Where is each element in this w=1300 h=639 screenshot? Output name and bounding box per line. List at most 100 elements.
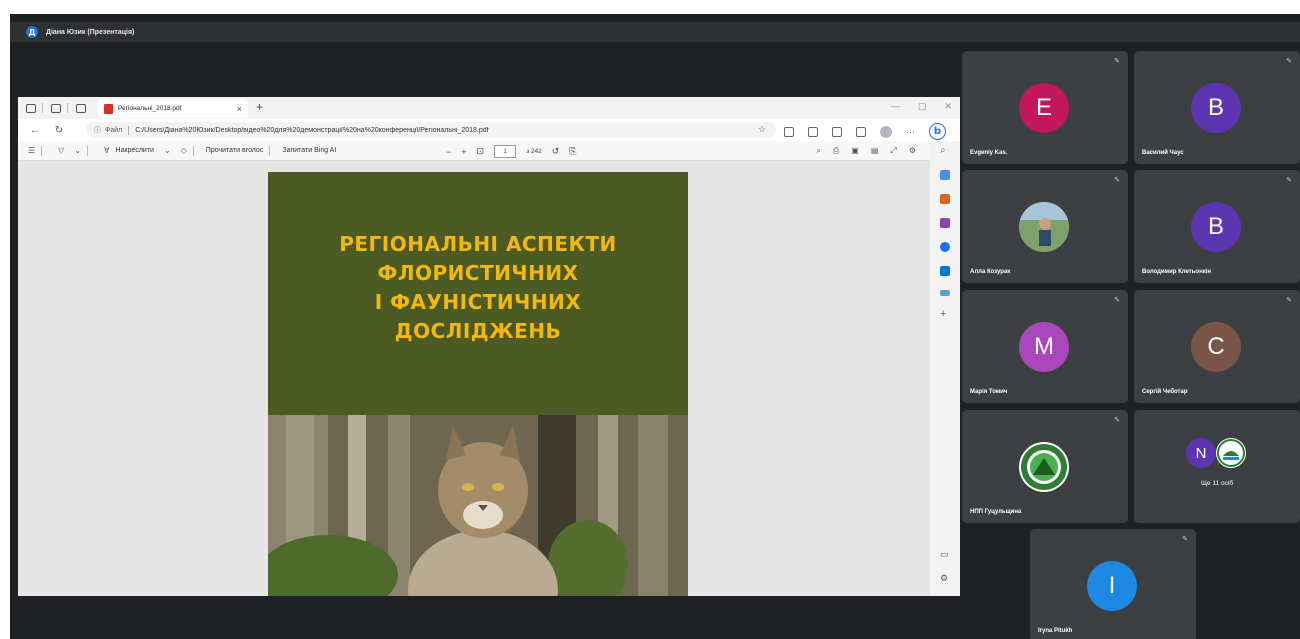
profile-photo-avatar	[1019, 202, 1069, 252]
divider	[67, 103, 68, 113]
participant-name: Алла Козурак	[970, 269, 1011, 275]
pdf-page: РЕГІОНАЛЬНІ АСПЕКТИ ФЛОРИСТИЧНИХ І ФАУНІ…	[268, 172, 688, 596]
settings-gear-icon[interactable]: ⚙	[909, 146, 916, 156]
chevron-down-icon[interactable]: ⌄	[164, 146, 171, 155]
participant-tile[interactable]: ✎ НПП Гуцульщина	[962, 410, 1128, 523]
participant-name: Володимир Клетьонкін	[1142, 269, 1211, 275]
tools-icon[interactable]	[940, 290, 950, 296]
search-icon[interactable]: ⌕	[940, 145, 946, 156]
avatar: E	[1019, 83, 1069, 133]
mic-muted-icon: ✎	[1114, 57, 1120, 65]
pdf-title-line: І ФАУНІСТИЧНИХ	[374, 290, 582, 314]
fit-page-icon[interactable]: ⊡	[477, 146, 485, 157]
shopping-icon[interactable]	[940, 194, 950, 204]
sidebar-toggle-icon[interactable]: ▭	[940, 549, 949, 560]
participant-tile[interactable]: ✎ B Василий Чаус	[1134, 51, 1300, 164]
tab-title: Регіональні_2018.pdf	[118, 105, 182, 112]
more-participants-label: Ще 11 осіб	[1200, 480, 1234, 487]
shared-browser-window: Регіональні_2018.pdf × + — ▢ ✕ ← ↻ ⓘ Фай…	[18, 97, 960, 596]
presenter-label: Діана Юзик (Презентація)	[46, 28, 135, 36]
outlook-icon[interactable]	[940, 266, 950, 276]
draw-button[interactable]: Накреслити	[116, 147, 154, 154]
organization-logo-avatar	[1216, 438, 1246, 468]
divider	[42, 103, 43, 113]
tab-bar: Регіональні_2018.pdf × + — ▢ ✕	[18, 97, 960, 119]
url-text[interactable]: C:/Users/Діана%20Юзик/Desktop/відео%20дл…	[135, 127, 488, 134]
participant-name: Evgeniy Kas.	[970, 150, 1008, 156]
page-number-input[interactable]: 1	[494, 145, 517, 158]
participant-tile[interactable]: ✎ B Володимир Клетьонкін	[1134, 170, 1300, 283]
divider	[41, 145, 43, 156]
info-icon[interactable]: ⓘ	[94, 125, 101, 135]
pdf-title: РЕГІОНАЛЬНІ АСПЕКТИ ФЛОРИСТИЧНИХ І ФАУНІ…	[268, 230, 688, 346]
divider	[87, 145, 89, 156]
tab-pdf[interactable]: Регіональні_2018.pdf ×	[98, 99, 248, 118]
vertical-tabs-icon[interactable]	[76, 103, 86, 113]
add-icon[interactable]: +	[940, 308, 946, 320]
workspaces-icon[interactable]	[26, 103, 36, 113]
games-icon[interactable]	[940, 218, 950, 228]
read-aloud-button[interactable]: Прочитати вголос	[206, 147, 264, 154]
avatar: I	[1087, 561, 1137, 611]
page-total: з 242	[526, 148, 542, 155]
participant-name: Василий Чаус	[1142, 150, 1184, 156]
pdf-title-line: РЕГІОНАЛЬНІ АСПЕКТИ	[339, 232, 617, 256]
meeting-window: Д Діана Юзик (Презентація) Регіональні_2…	[10, 14, 1300, 639]
eraser-icon[interactable]: ◇	[181, 146, 187, 155]
divider	[128, 125, 130, 135]
save-as-icon[interactable]: ▤	[871, 146, 879, 156]
divider	[192, 145, 194, 156]
participant-tile[interactable]: ✎ I Iryna Pitukh	[1030, 529, 1196, 639]
more-options-icon[interactable]: ···	[906, 127, 915, 137]
save-icon[interactable]: ▣	[851, 146, 859, 156]
favorite-star-icon[interactable]: ☆	[758, 124, 766, 135]
minimize-icon[interactable]: —	[891, 101, 900, 112]
microsoft-365-icon[interactable]	[940, 242, 950, 252]
presenter-bar: Д Діана Юзик (Презентація)	[10, 22, 1300, 42]
presenter-avatar: Д	[26, 26, 38, 38]
tab-close-button[interactable]: ×	[237, 104, 242, 114]
maximize-icon[interactable]: ▢	[918, 101, 927, 112]
zoom-in-button[interactable]: +	[461, 147, 466, 157]
avatar: M	[1019, 322, 1069, 372]
divider	[269, 145, 271, 156]
participant-tile[interactable]: ✎ Алла Козурак	[962, 170, 1128, 283]
refresh-icon[interactable]: ↻	[52, 125, 66, 136]
draw-icon[interactable]: ∀	[104, 146, 109, 155]
collections-icon[interactable]	[832, 126, 842, 137]
browser-toolbar-icons: ··· b	[784, 123, 946, 140]
tag-icon[interactable]	[940, 170, 950, 180]
highlight-icon[interactable]: ▽	[58, 146, 64, 155]
tab-collection-icon[interactable]	[51, 103, 61, 113]
extensions-icon[interactable]	[856, 126, 866, 137]
profile-avatar[interactable]	[880, 125, 892, 138]
bing-copilot-button[interactable]: b	[929, 123, 946, 140]
participant-tile[interactable]: ✎ C Сергій Чеботар	[1134, 290, 1300, 403]
window-controls: — ▢ ✕	[891, 101, 952, 112]
fullscreen-icon[interactable]: ⤢	[890, 146, 896, 156]
contents-icon[interactable]: ☰	[28, 146, 35, 155]
participant-tile[interactable]: ✎ M Марія Томич	[962, 290, 1128, 403]
mic-muted-icon: ✎	[1182, 535, 1188, 543]
zoom-controls: − + ⊡ 1 з 242 ↺ ⎘	[446, 145, 576, 158]
chevron-down-icon[interactable]: ⌄	[74, 146, 81, 155]
settings-gear-icon[interactable]: ⚙	[940, 573, 948, 584]
split-screen-icon[interactable]	[784, 126, 794, 137]
ask-bing-button[interactable]: Запитати Bing AI	[282, 147, 336, 154]
more-participants-tile[interactable]: N Ще 11 осіб	[1134, 410, 1300, 523]
rotate-icon[interactable]: ↺	[552, 146, 560, 157]
zoom-out-button[interactable]: −	[446, 147, 451, 157]
participant-name: Сергій Чеботар	[1142, 389, 1188, 395]
print-icon[interactable]: ⎙	[833, 146, 839, 156]
avatar: B	[1191, 83, 1241, 133]
search-icon[interactable]: ⌕	[816, 146, 820, 156]
page-view-icon[interactable]: ⎘	[569, 146, 576, 157]
participant-tile[interactable]: ✎ E Evgeniy Kas.	[962, 51, 1128, 164]
new-tab-button[interactable]: +	[256, 100, 263, 114]
back-arrow-icon[interactable]: ←	[28, 125, 42, 136]
close-window-icon[interactable]: ✕	[944, 101, 952, 112]
favorites-icon[interactable]	[808, 126, 818, 137]
mic-muted-icon: ✎	[1286, 296, 1292, 304]
address-bar[interactable]: ⓘ Файл C:/Users/Діана%20Юзик/Desktop/від…	[86, 122, 776, 138]
mic-muted-icon: ✎	[1114, 416, 1120, 424]
